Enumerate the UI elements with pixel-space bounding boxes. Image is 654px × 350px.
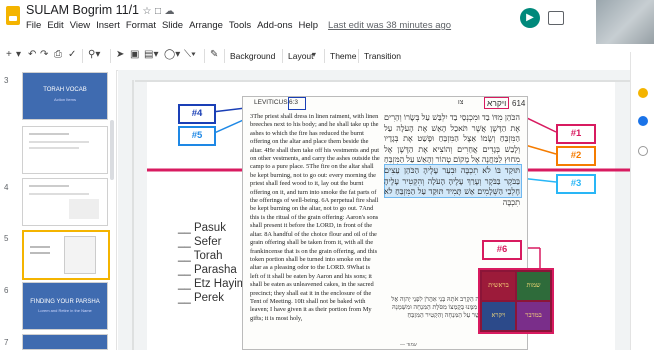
vocab-item[interactable]: __ Torah [178, 250, 223, 262]
vocab-item[interactable]: __ Perek [178, 292, 224, 304]
chapter-verse: 6:3 [289, 99, 299, 106]
vocab-item[interactable]: __ Etz Hayim [178, 278, 246, 290]
keep-icon[interactable] [638, 88, 648, 98]
tag-2[interactable]: #2 [556, 146, 596, 166]
tag-6[interactable]: #6 [482, 240, 522, 260]
english-translation: 3The priest shall dress in linen raiment… [250, 113, 380, 322]
book-cell: במדבר [517, 302, 550, 330]
tag-1[interactable]: #1 [556, 124, 596, 144]
vocab-item[interactable]: __ Pasuk [178, 222, 226, 234]
tag-4[interactable]: #4 [178, 104, 216, 124]
vocab-item[interactable]: __ Sefer [178, 236, 221, 248]
page-book-label: LEVITICUS [254, 99, 288, 106]
vocab-item[interactable]: __ Parasha [178, 264, 237, 276]
parasha-name: צו [458, 99, 464, 106]
book-cell: שמות [517, 272, 550, 300]
tag-5[interactable]: #5 [178, 126, 216, 146]
page-number: 614 [512, 99, 526, 108]
page-footer: — עמוד [400, 342, 417, 348]
add-on-plus-icon[interactable] [638, 146, 648, 156]
book-cell: ויקרא [482, 302, 515, 330]
side-panel-rail [630, 52, 654, 350]
tasks-icon[interactable] [638, 116, 648, 126]
book-cell: בראשית [482, 272, 515, 300]
hebrew-text: הכֹּהֵן מִדּוֹ בַד וּמִכְנְסֵי בַד יִלְב… [384, 113, 520, 207]
hebrew-book-title: ויקרא [484, 97, 510, 109]
torah-books-image[interactable]: בראשית שמות ויקרא במדבר [478, 268, 554, 334]
tag-3[interactable]: #3 [556, 174, 596, 194]
